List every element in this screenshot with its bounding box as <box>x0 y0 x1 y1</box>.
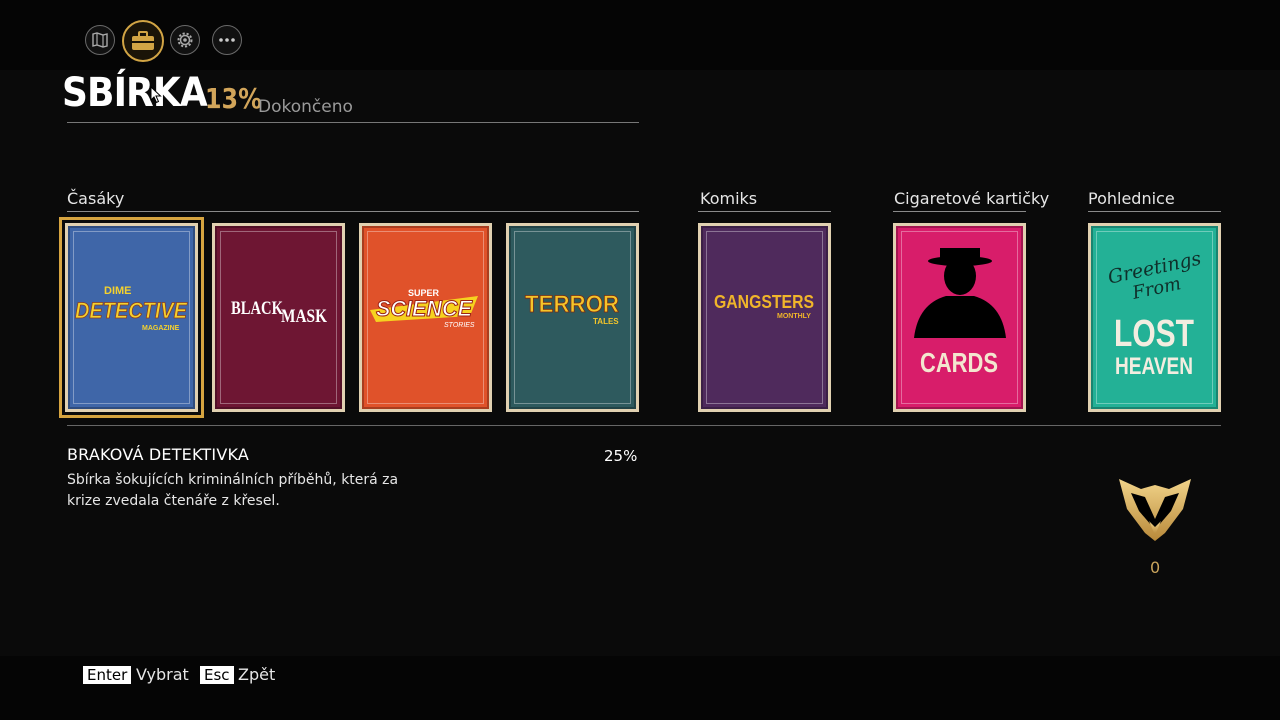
category-divider <box>67 211 639 212</box>
card-title-line1: CARDS <box>920 347 998 378</box>
card-terror-tales[interactable]: TERROR TALES <box>506 223 639 412</box>
card-title-line1: BLACK <box>231 298 283 319</box>
tab-settings[interactable] <box>170 25 200 55</box>
fox-emblem-icon <box>1119 479 1191 541</box>
page-title: SBÍRKA <box>62 70 208 116</box>
tab-map[interactable] <box>85 25 115 55</box>
card-title-line1: DIME <box>104 285 132 297</box>
footer-bar <box>0 656 1280 720</box>
card-cigarette-cards[interactable]: CARDS <box>893 223 1026 412</box>
category-postcards: Pohlednice <box>1088 189 1175 208</box>
category-cigarette-cards: Cigaretové kartičky <box>894 189 1050 208</box>
select-hint[interactable]: Vybrat <box>136 665 189 684</box>
tab-more[interactable] <box>212 25 242 55</box>
card-title-line1: TERROR <box>525 291 619 318</box>
esc-key-badge[interactable]: Esc <box>200 666 234 684</box>
completion-percent: 13% <box>205 82 262 115</box>
card-title-line3: MAGAZINE <box>142 325 180 332</box>
briefcase-icon <box>132 31 154 50</box>
card-postcard-lost-heaven[interactable]: Greetings From LOST HEAVEN <box>1088 223 1221 412</box>
category-divider <box>698 211 831 212</box>
card-title-line4: HEAVEN <box>1115 353 1193 380</box>
card-title-line2: DETECTIVE <box>75 298 188 323</box>
tab-collection[interactable] <box>122 20 164 62</box>
item-percent: 25% <box>604 447 638 465</box>
title-divider <box>67 122 639 123</box>
card-title-line2: MASK <box>281 306 327 327</box>
map-icon <box>92 32 108 48</box>
card-title-line2: SCIENCE <box>376 296 473 321</box>
category-comics: Komiks <box>700 189 758 208</box>
category-magazines: Časáky <box>67 189 125 208</box>
gear-icon <box>177 32 193 48</box>
card-title-line1: GANGSTERS <box>714 292 814 312</box>
card-black-mask[interactable]: BLACK MASK <box>212 223 345 412</box>
category-divider <box>893 211 1026 212</box>
completion-label: Dokončeno <box>258 97 353 117</box>
item-name: BRAKOVÁ DETEKTIVKA <box>67 445 250 464</box>
more-icon <box>219 38 235 42</box>
gangster-silhouette <box>914 248 1006 338</box>
cards-divider <box>67 425 1221 426</box>
card-dime-detective[interactable]: DIME DETECTIVE MAGAZINE <box>59 217 204 418</box>
card-gangsters[interactable]: GANGSTERS MONTHLY <box>698 223 831 412</box>
card-title-line2: TALES <box>593 317 619 326</box>
card-super-science[interactable]: SUPER SCIENCE STORIES <box>359 223 492 412</box>
card-title-line3: LOST <box>1114 313 1194 355</box>
card-title-line3: STORIES <box>444 322 475 329</box>
card-title-line2: MONTHLY <box>777 313 811 320</box>
item-description: Sbírka šokujících kriminálních příběhů, … <box>67 472 399 509</box>
enter-key-badge[interactable]: Enter <box>83 666 132 684</box>
cursor-icon <box>150 86 162 104</box>
back-hint[interactable]: Zpět <box>238 665 275 684</box>
reward-count: 0 <box>1150 558 1161 577</box>
category-divider <box>1088 211 1221 212</box>
